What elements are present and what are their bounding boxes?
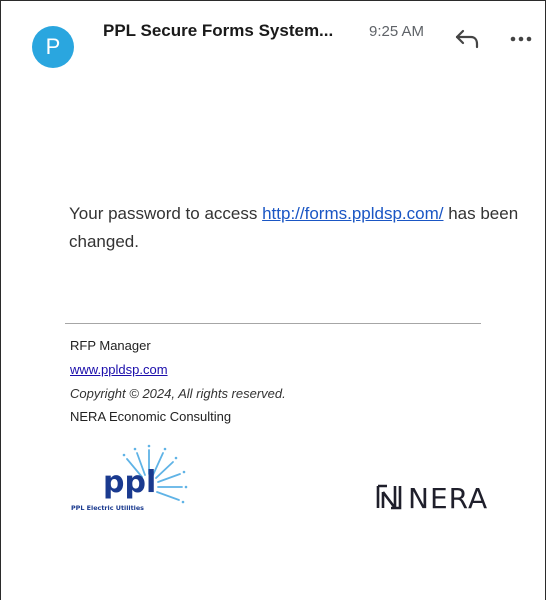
signature-website: www.ppldsp.com [70,362,168,377]
email-view: P PPL Secure Forms System... 9:25 AM You… [0,0,546,600]
nera-logo: NERA [376,482,488,513]
ppl-logo-text: ppl [103,465,156,500]
body-prefix: Your password to access [69,204,263,223]
nera-logo-text: NERA [408,482,488,513]
avatar-letter: P [45,34,61,59]
email-body: Your password to access http://forms.ppl… [69,200,519,256]
email-time: 9:25 AM [369,23,425,40]
sender-name: PPL Secure Forms System... [103,21,334,40]
more-horizontal-icon[interactable] [509,29,533,47]
signature-company: NERA Economic Consulting [70,409,232,424]
signature-manager: RFP Manager [70,338,151,353]
signature-copyright: Copyright © 2024, All rights reserved. [70,386,286,401]
reply-arrow-icon[interactable] [453,25,483,51]
sender-avatar: P [32,26,74,68]
ppl-logo-caption: PPL Electric Utilities [71,504,144,512]
ppl-logo: ppl PPL Electric Utilities [71,444,188,512]
signature-divider [65,323,481,324]
forms-link[interactable]: http://forms.ppldsp.com/ [262,204,443,223]
website-link[interactable]: www.ppldsp.com [70,362,168,377]
